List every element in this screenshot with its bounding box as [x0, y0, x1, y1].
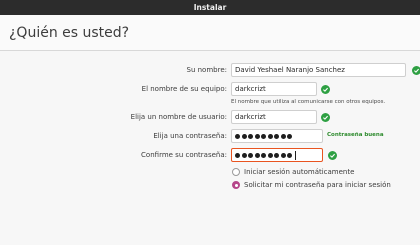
computer-name-hint: El nombre que utiliza al comunicarse con… — [231, 99, 386, 105]
name-input[interactable]: David Yeshael Naranjo Sanchez — [231, 63, 406, 77]
auto-login-radio[interactable] — [232, 168, 240, 176]
page-title: ¿Quién es usted? — [9, 25, 130, 41]
username-input[interactable]: darkcrizt — [231, 110, 317, 124]
computer-name-input[interactable]: darkcrizt — [231, 82, 317, 96]
confirm-password-label: Confirme su contraseña: — [141, 151, 227, 159]
window-title: Instalar — [193, 3, 227, 12]
password-label: Elija una contraseña: — [153, 132, 227, 140]
username-label: Elija un nombre de usuario: — [130, 113, 227, 121]
confirm-password-check-icon — [328, 151, 337, 160]
username-value: darkcrizt — [235, 113, 266, 121]
require-password-option[interactable]: Solicitar mi contraseña para iniciar ses… — [232, 181, 391, 189]
require-password-radio[interactable] — [232, 181, 240, 189]
confirm-password-input[interactable] — [231, 148, 323, 162]
page-header: ¿Quién es usted? — [0, 15, 420, 51]
confirm-password-mask — [235, 150, 296, 160]
auto-login-label: Iniciar sesión automáticamente — [244, 168, 355, 176]
name-check-icon — [412, 66, 420, 75]
name-value: David Yeshael Naranjo Sanchez — [235, 66, 345, 74]
require-password-label: Solicitar mi contraseña para iniciar ses… — [244, 181, 391, 189]
name-label: Su nombre: — [186, 66, 227, 74]
password-mask — [235, 133, 292, 139]
password-input[interactable] — [231, 129, 323, 143]
auto-login-option[interactable]: Iniciar sesión automáticamente — [232, 168, 354, 176]
username-check-icon — [321, 113, 330, 122]
computer-name-check-icon — [321, 85, 330, 94]
title-bar: Instalar — [0, 0, 420, 15]
computer-name-label: El nombre de su equipo: — [141, 85, 227, 93]
password-strength: Contraseña buena — [327, 132, 384, 138]
computer-name-value: darkcrizt — [235, 85, 266, 93]
